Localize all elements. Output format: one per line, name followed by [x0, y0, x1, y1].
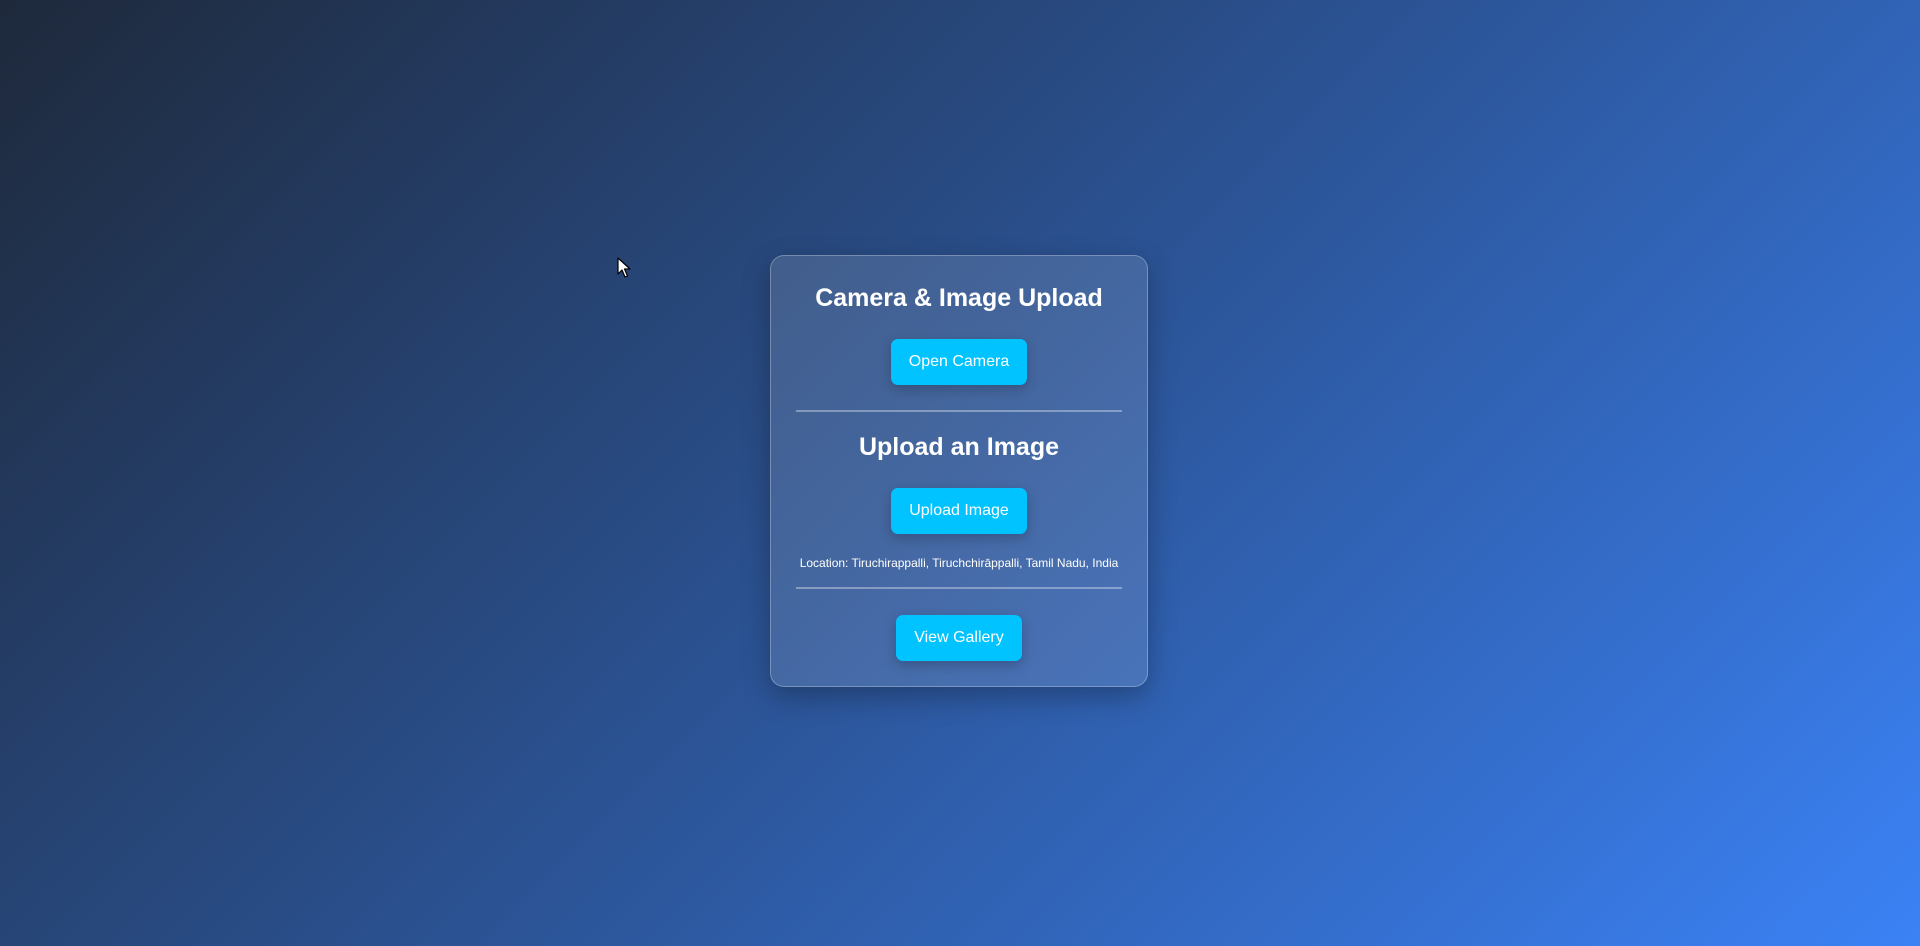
open-camera-button[interactable]: Open Camera: [890, 339, 1028, 385]
view-gallery-button[interactable]: View Gallery: [896, 615, 1022, 661]
upload-card: Camera & Image Upload Open Camera Upload…: [770, 255, 1148, 687]
upload-image-button[interactable]: Upload Image: [891, 488, 1027, 534]
section-divider: [796, 587, 1122, 589]
mouse-pointer-icon: [617, 257, 631, 278]
location-text: Location: Tiruchirappalli, Tiruchchirāpp…: [799, 556, 1119, 570]
upload-section-title: Upload an Image: [858, 433, 1060, 461]
camera-section-title: Camera & Image Upload: [815, 284, 1103, 312]
section-divider: [796, 410, 1122, 412]
page-background: { "card": { "camera_title": "Camera & Im…: [0, 0, 1920, 946]
